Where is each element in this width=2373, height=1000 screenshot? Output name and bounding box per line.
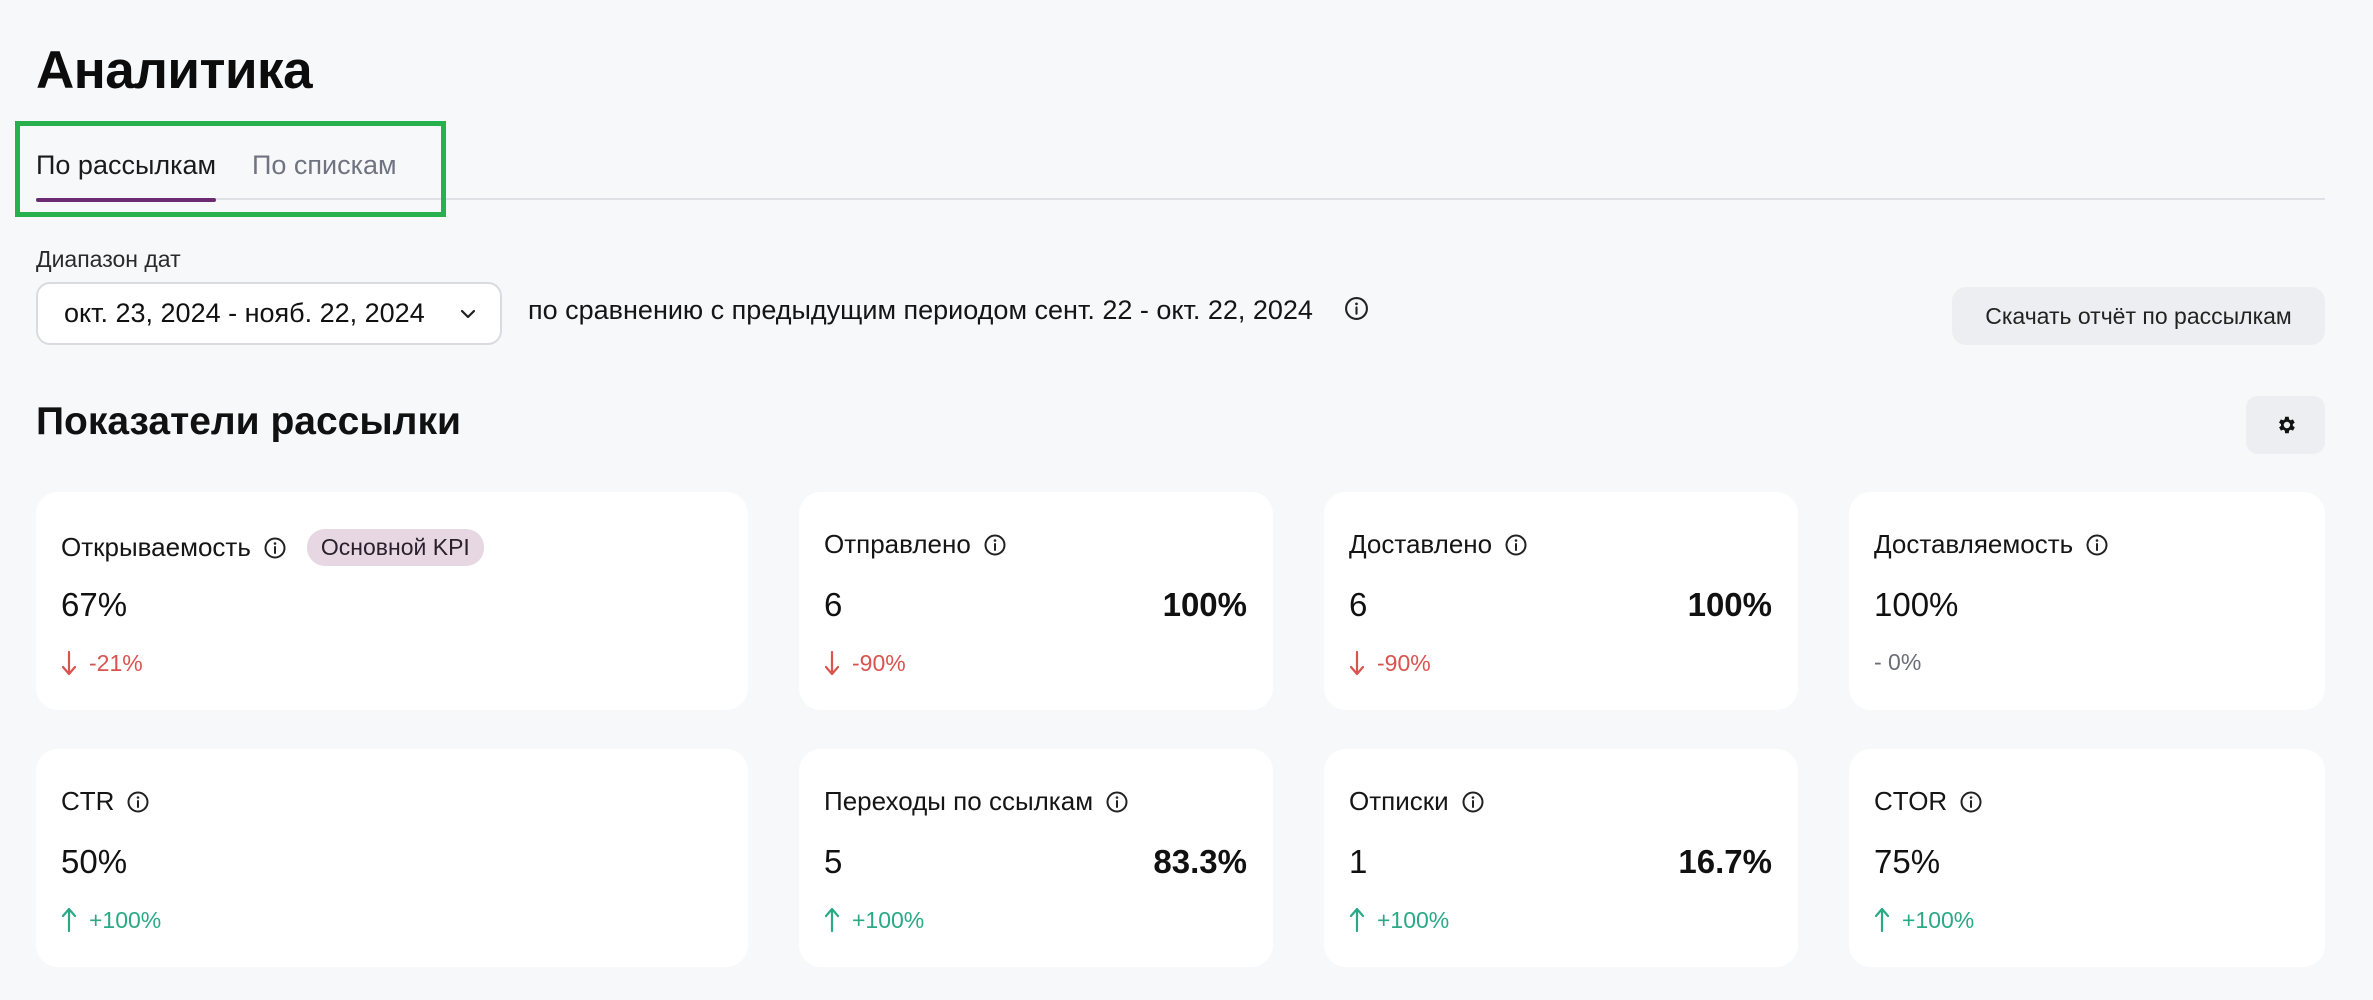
metric-change: +100% xyxy=(1874,906,1974,934)
arrow-down-icon xyxy=(1349,650,1365,676)
metric-percent: 100% xyxy=(1162,586,1247,623)
metric-change: - 0% xyxy=(1874,649,1921,676)
tab-by-lists[interactable]: По спискам xyxy=(252,143,397,200)
metric-card-deliverability: Доставляемость 100% - 0% xyxy=(1849,492,2325,710)
metric-card-unsubscribes: Отписки 1 16.7% +100% xyxy=(1324,749,1798,967)
date-range-value: окт. 23, 2024 - нояб. 22, 2024 xyxy=(64,298,425,328)
metric-change-value: -21% xyxy=(89,649,143,676)
metric-change-value: +100% xyxy=(1377,906,1450,933)
metric-change: -90% xyxy=(824,649,906,677)
info-icon[interactable] xyxy=(1959,790,1983,814)
metric-card-ctr: CTR 50% +100% xyxy=(36,749,748,967)
metric-title: Доставляемость xyxy=(1874,529,2074,559)
metric-percent: 83.3% xyxy=(1153,843,1247,880)
metric-value: 5 xyxy=(824,843,843,880)
metric-title: CTR xyxy=(61,786,115,816)
tab-by-campaigns[interactable]: По рассылкам xyxy=(36,143,217,202)
metric-title: Отправлено xyxy=(824,529,971,559)
metric-value: 100% xyxy=(1874,586,1959,623)
info-icon[interactable] xyxy=(983,533,1007,557)
metric-change: +100% xyxy=(1349,906,1449,934)
metric-percent: 100% xyxy=(1687,586,1772,623)
tabs-bar: По рассылкам По спискам xyxy=(36,143,2325,202)
info-icon[interactable] xyxy=(263,536,287,560)
metric-card-delivered: Доставлено 6 100% -90% xyxy=(1324,492,1798,710)
metric-card-link-clicks: Переходы по ссылкам 5 83.3% +100% xyxy=(799,749,1273,967)
info-icon[interactable] xyxy=(1504,533,1528,557)
arrow-up-icon xyxy=(824,907,840,933)
metric-change: +100% xyxy=(824,906,924,934)
info-icon[interactable] xyxy=(2085,533,2109,557)
metric-change-value: - 0% xyxy=(1874,649,1922,675)
arrow-down-icon xyxy=(61,650,77,676)
metric-card-ctor: CTOR 75% +100% xyxy=(1849,749,2325,967)
metric-value: 50% xyxy=(61,843,128,880)
info-icon[interactable] xyxy=(1344,296,1369,321)
info-icon[interactable] xyxy=(126,790,150,814)
arrow-up-icon xyxy=(1349,907,1365,933)
metric-title: Отписки xyxy=(1349,786,1449,816)
arrow-up-icon xyxy=(61,907,77,933)
metric-value: 6 xyxy=(1349,586,1368,623)
arrow-up-icon xyxy=(1874,907,1890,933)
main-kpi-badge: Основной KPI xyxy=(306,529,484,566)
metric-change: -90% xyxy=(1349,649,1431,677)
metric-change-value: +100% xyxy=(1902,906,1975,933)
metric-value: 67% xyxy=(61,586,128,623)
metric-title: Открываемость xyxy=(61,532,251,562)
metric-title: CTOR xyxy=(1874,786,1948,816)
metric-change-value: +100% xyxy=(89,906,162,933)
comparison-period-text: по сравнению с предыдущим периодом сент.… xyxy=(528,295,1313,325)
analytics-page: Аналитика По рассылкам По спискам Диапаз… xyxy=(0,0,2373,1000)
metric-change-value: -90% xyxy=(1377,649,1431,676)
metric-title: Переходы по ссылкам xyxy=(824,786,1094,816)
chevron-down-icon xyxy=(460,309,476,319)
metric-title: Доставлено xyxy=(1349,529,1493,559)
date-range-label: Диапазон дат xyxy=(36,246,181,272)
gear-icon xyxy=(2278,416,2295,434)
metric-card-open-rate: Открываемость Основной KPI 67% -21% xyxy=(36,492,748,710)
download-report-button[interactable]: Скачать отчёт по рассылкам xyxy=(1952,287,2325,345)
arrow-down-icon xyxy=(824,650,840,676)
metric-value: 6 xyxy=(824,586,843,623)
info-icon[interactable] xyxy=(1105,790,1129,814)
date-range-select[interactable]: окт. 23, 2024 - нояб. 22, 2024 xyxy=(36,282,502,345)
metric-value: 75% xyxy=(1874,843,1941,880)
metric-value: 1 xyxy=(1349,843,1368,880)
section-title: Показатели рассылки xyxy=(36,400,461,443)
metric-change-value: -90% xyxy=(852,649,906,676)
settings-button[interactable] xyxy=(2246,396,2325,454)
metric-change-value: +100% xyxy=(852,906,925,933)
metric-percent: 16.7% xyxy=(1678,843,1772,880)
page-title: Аналитика xyxy=(36,41,313,100)
metric-card-sent: Отправлено 6 100% -90% xyxy=(799,492,1273,710)
info-icon[interactable] xyxy=(1461,790,1485,814)
metric-change: -21% xyxy=(61,649,143,677)
metric-change: +100% xyxy=(61,906,161,934)
